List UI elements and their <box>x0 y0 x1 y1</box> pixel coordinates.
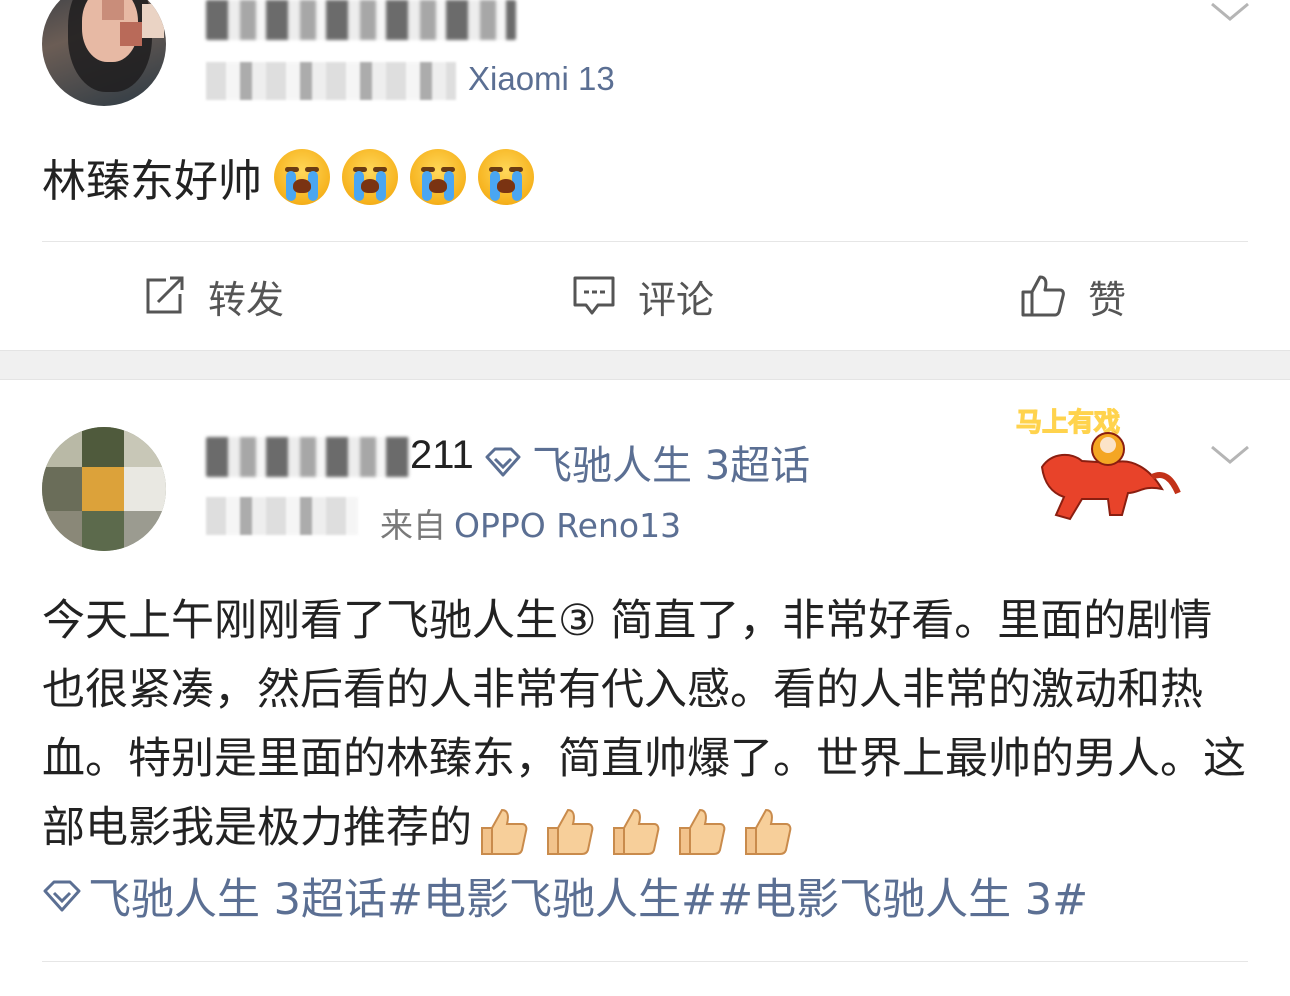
crying-face-icon <box>410 149 466 205</box>
author-name-suffix[interactable]: 211 <box>410 433 474 478</box>
comment-label: 评论 <box>638 277 715 322</box>
action-bar: 转发 评论 赞 <box>0 242 1290 350</box>
diamond-icon <box>43 880 81 912</box>
post-text: 林臻东好帅 <box>42 156 262 207</box>
horse-sticker-icon: 马上有戏 <box>1015 407 1181 521</box>
chevron-down-icon[interactable] <box>1210 443 1250 465</box>
repost-label: 转发 <box>208 277 285 322</box>
crying-face-icon <box>274 149 330 205</box>
author-name-redacted[interactable] <box>206 0 516 40</box>
supertopic-link[interactable]: 飞驰人生 3超话 <box>484 433 810 491</box>
source-prefix: 来自 <box>380 506 446 545</box>
post-content[interactable]: 今天上午刚刚看了飞驰人生③ 简直了，非常好看。里面的剧情也很紧凑，然后看的人非常… <box>42 587 1252 863</box>
post-content[interactable]: 林臻东好帅 <box>42 145 534 209</box>
chevron-down-icon[interactable] <box>1210 0 1250 22</box>
post-card-1: Xiaomi 13 林臻东好帅 转发 评论 赞 <box>0 0 1290 350</box>
divider <box>42 961 1248 962</box>
thumbs-up-emoji-icon <box>679 808 726 855</box>
thumbs-up-emoji-icon <box>481 808 528 855</box>
like-label: 赞 <box>1088 277 1127 322</box>
author-name-redacted[interactable] <box>206 437 410 477</box>
post-meta-redacted <box>206 62 456 100</box>
thumbs-up-emoji-icon <box>745 808 792 855</box>
thumbs-up-icon <box>1021 275 1065 317</box>
post-time-redacted <box>206 497 358 535</box>
avatar[interactable] <box>42 427 166 551</box>
supertopic-label: 飞驰人生 3超话 <box>532 443 811 489</box>
post-meta: 来自 OPPO Reno13 <box>380 499 681 547</box>
thumbs-up-emojis <box>476 804 806 858</box>
thumbs-up-emoji-icon <box>613 808 660 855</box>
thumbs-up-emoji-icon <box>547 808 594 855</box>
comment-icon <box>573 276 615 315</box>
crying-face-icon <box>478 149 534 205</box>
repost-button[interactable]: 转发 <box>144 242 284 350</box>
avatar[interactable] <box>42 0 166 106</box>
post-source: Xiaomi 13 <box>468 60 615 97</box>
repost-icon <box>146 276 184 314</box>
source-device: OPPO Reno13 <box>454 506 682 545</box>
like-button[interactable]: 赞 <box>1020 242 1126 350</box>
topic-tags[interactable]: 飞驰人生 3超话#电影飞驰人生##电影飞驰人生 3# <box>42 865 1088 927</box>
topic-tags-text: 飞驰人生 3超话#电影飞驰人生##电影飞驰人生 3# <box>88 875 1089 925</box>
comment-button[interactable]: 评论 <box>572 242 714 350</box>
crying-face-icon <box>342 149 398 205</box>
weibo-feed: Xiaomi 13 林臻东好帅 转发 评论 赞 211 飞驰人生 3超话 来自 … <box>0 0 1290 996</box>
feed-separator <box>0 350 1290 380</box>
post-card-2: 211 飞驰人生 3超话 来自 OPPO Reno13 马上有戏 今天上午刚刚看… <box>0 381 1290 996</box>
diamond-icon <box>485 447 521 477</box>
